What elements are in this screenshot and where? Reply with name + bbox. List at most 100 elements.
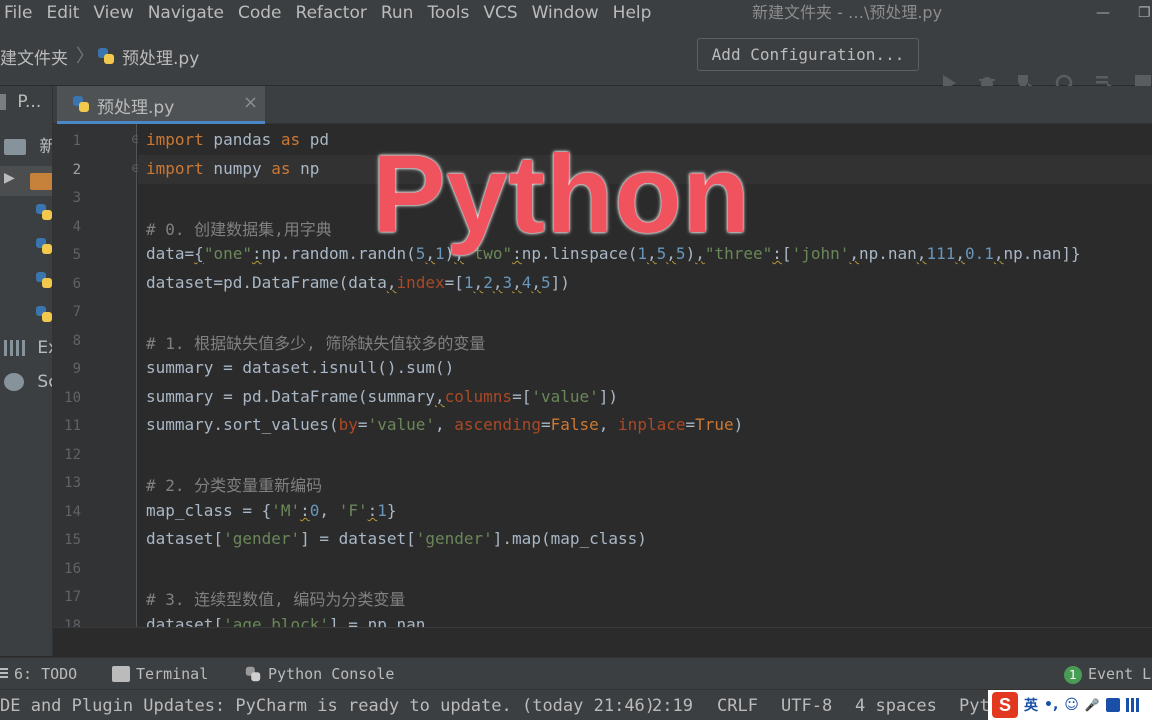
todo-tool-button[interactable]: 6: TODO <box>14 665 77 683</box>
breadcrumb-separator: 〉 <box>76 46 94 67</box>
menu-file[interactable]: File <box>0 0 40 26</box>
file-encoding[interactable]: UTF-8 <box>781 696 832 716</box>
add-configuration-button[interactable]: Add Configuration... <box>697 38 919 71</box>
ime-emoji-icon[interactable]: ☺ <box>1064 697 1079 713</box>
line-number: 15 <box>64 532 81 548</box>
tree-item-root-folder[interactable]: 新 <box>4 132 52 157</box>
restore-icon[interactable]: ❐ <box>1138 0 1151 26</box>
code-line: import pandas as pd <box>146 130 330 149</box>
ime-keyboard-icon[interactable] <box>1105 698 1120 712</box>
menu-window[interactable]: Window <box>526 0 607 26</box>
line-number: 6 <box>72 276 81 292</box>
menu-tools[interactable]: Tools <box>421 0 477 26</box>
line-number: 13 <box>64 475 81 491</box>
terminal-icon <box>112 666 130 682</box>
menu-view[interactable]: View <box>87 0 141 26</box>
python-file-icon <box>98 48 114 64</box>
tool-window-bar: 6: TODO Terminal Python Console 1 Event … <box>0 657 1152 689</box>
folder-icon <box>30 173 52 190</box>
window-title: 新建文件夹 - …\预处理.py <box>752 3 943 22</box>
python-overlay-title: Python <box>372 133 751 256</box>
line-number: 5 <box>72 247 81 263</box>
code-line: dataset=pd.DataFrame(data,index=[1,2,3,4… <box>146 273 570 292</box>
code-line: summary = dataset.isnull().sum() <box>146 358 455 377</box>
library-icon <box>4 340 26 356</box>
ime-voice-icon[interactable]: 🎤 <box>1085 698 1100 712</box>
code-line: # 2. 分类变量重新编码 <box>146 476 323 495</box>
tree-item-external-libraries[interactable]: Ex <box>4 338 52 358</box>
tree-item-label: 新 <box>39 137 52 157</box>
line-number-gutter: 1 2 3 4 5 6 7 8 9 10 11 12 13 14 15 16 1… <box>53 124 141 634</box>
breadcrumb-folder[interactable]: 建文件夹 <box>0 44 68 69</box>
ime-language-toggle[interactable]: 英 <box>1024 695 1038 715</box>
status-bar: DE and Plugin Updates: PyCharm is ready … <box>0 689 1152 720</box>
line-number: 3 <box>72 190 81 206</box>
horizontal-scrollbar[interactable] <box>53 627 1152 657</box>
project-panel: P... 新 ▶ Ex Sc <box>0 86 53 656</box>
ime-punctuation-toggle[interactable]: •, <box>1044 697 1058 713</box>
menu-code[interactable]: Code <box>232 0 290 26</box>
menu-edit[interactable]: Edit <box>40 0 87 26</box>
menu-navigate[interactable]: Navigate <box>142 0 232 26</box>
event-log-tool-button[interactable]: Event Lo <box>1088 665 1152 683</box>
folder-icon <box>4 139 26 155</box>
python-file-icon[interactable] <box>34 304 53 324</box>
navigation-bar: 建文件夹 〉 预处理.py Add Configuration... <box>0 26 1152 92</box>
code-line: summary = pd.DataFrame(summary,columns=[… <box>146 387 619 406</box>
sogou-logo[interactable]: S <box>992 692 1018 718</box>
line-number: 1 <box>72 133 81 149</box>
code-line: dataset['age_block'] = np.nan <box>146 615 426 627</box>
tree-item-label: Ex <box>37 338 52 358</box>
python-console-tool-button[interactable]: Python Console <box>268 665 394 683</box>
line-number: 8 <box>72 333 81 349</box>
python-file-icon[interactable] <box>34 202 53 222</box>
tree-item-scratches[interactable]: Sc <box>4 372 52 392</box>
project-header[interactable]: P... <box>0 92 41 112</box>
ime-toolbox-icon[interactable] <box>1125 698 1140 712</box>
project-tool-icon <box>0 94 6 110</box>
menu-vcs[interactable]: VCS <box>477 0 525 26</box>
tree-item-label: Sc <box>37 372 52 392</box>
menu-run[interactable]: Run <box>375 0 422 26</box>
line-number: 7 <box>72 304 81 320</box>
ime-toolbar: S 英 •, ☺ 🎤 <box>988 690 1152 720</box>
line-number: 12 <box>64 447 81 463</box>
tree-item-selected-folder[interactable]: ▶ <box>0 166 52 196</box>
code-line: # 0. 创建数据集,用字典 <box>146 220 332 239</box>
code-line: dataset['gender'] = dataset['gender'].ma… <box>146 529 647 548</box>
code-line: summary.sort_values(by='value', ascendin… <box>146 415 744 434</box>
line-number: 9 <box>72 361 81 377</box>
code-line: map_class = {'M':0, 'F':1} <box>146 501 397 520</box>
line-number: 16 <box>64 561 81 577</box>
event-count-badge: 1 <box>1064 666 1082 684</box>
editor-tab-bar: 预处理.py × <box>53 86 1152 124</box>
minimize-icon[interactable]: — <box>1096 0 1110 26</box>
line-number: 17 <box>64 589 81 605</box>
close-icon[interactable]: × <box>243 92 258 113</box>
code-line: # 3. 连续型数值, 编码为分类变量 <box>146 590 406 609</box>
line-separator[interactable]: CRLF <box>717 696 758 716</box>
line-number: 11 <box>64 418 81 434</box>
expand-arrow-icon: ▶ <box>4 170 15 186</box>
line-number: 14 <box>64 504 81 520</box>
code-line: import numpy as np <box>146 159 320 178</box>
cursor-position[interactable]: 2:19 <box>652 696 693 716</box>
line-number: 2 <box>72 162 81 178</box>
status-message[interactable]: DE and Plugin Updates: PyCharm is ready … <box>0 696 655 716</box>
python-file-icon[interactable] <box>34 236 53 256</box>
todo-icon <box>0 668 8 680</box>
python-console-icon <box>245 666 261 682</box>
line-number: 10 <box>64 390 81 406</box>
code-line: # 1. 根据缺失值多少, 筛除缺失值较多的变量 <box>146 334 486 353</box>
breadcrumb-file[interactable]: 预处理.py <box>122 44 199 69</box>
menu-help[interactable]: Help <box>607 0 660 26</box>
scratches-icon <box>4 373 24 391</box>
terminal-tool-button[interactable]: Terminal <box>136 665 208 683</box>
menu-bar: File Edit View Navigate Code Refactor Ru… <box>0 0 1152 26</box>
python-file-icon <box>73 96 89 112</box>
python-file-icon[interactable] <box>34 270 53 290</box>
menu-refactor[interactable]: Refactor <box>290 0 375 26</box>
tab-preprocess-py[interactable]: 预处理.py × <box>57 86 265 124</box>
tab-label: 预处理.py <box>97 98 175 118</box>
indent-setting[interactable]: 4 spaces <box>855 696 937 716</box>
